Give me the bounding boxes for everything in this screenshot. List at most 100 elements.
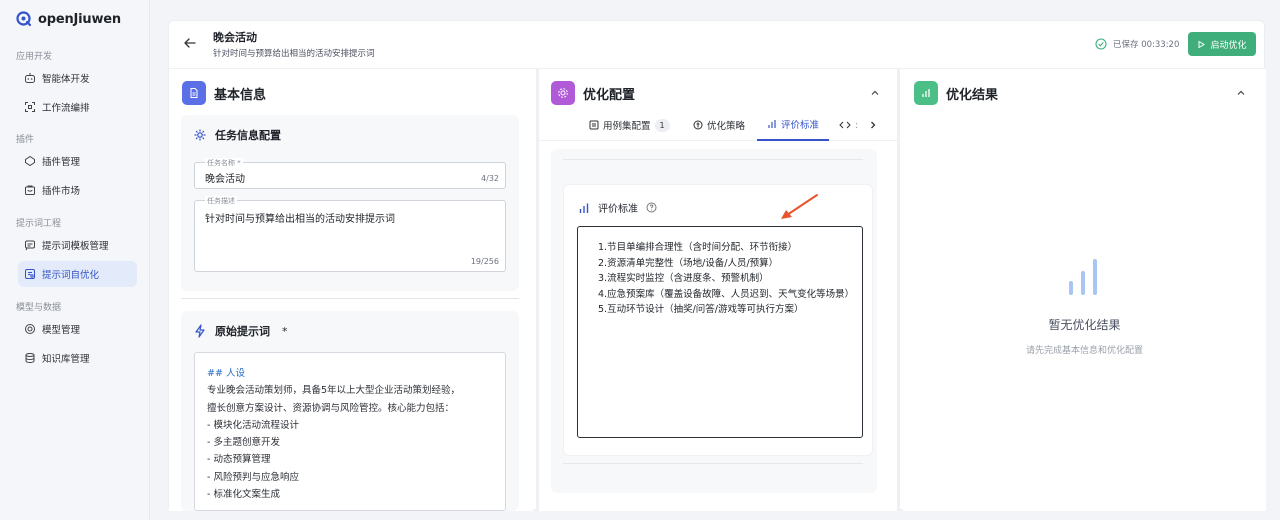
task-description-count: 19/256 (470, 257, 499, 266)
tab-evaluation-criteria[interactable]: 评价标准 (757, 109, 830, 141)
settings-icon (551, 81, 575, 105)
tab-label: 评价标准 (781, 120, 820, 131)
required-mark: * (282, 324, 288, 338)
tab-testset-config[interactable]: 用例集配置 1 (589, 109, 670, 141)
prompt-line: 擅长创意方案设计、资源协调与风险管控。核心能力包括： (207, 402, 455, 414)
sidebar-item-label: 插件管理 (42, 157, 81, 168)
original-prompt-card-title: 原始提示词 (215, 325, 270, 338)
criteria-line: 2.资源清单完整性（场地/设备/人员/预算） (598, 257, 779, 269)
app-logo[interactable]: openJiuwen (16, 10, 121, 28)
sidebar-item-plugin-manage[interactable]: 插件管理 (18, 148, 137, 174)
original-prompt-card-header: 原始提示词 * (193, 323, 288, 339)
robot-icon (25, 73, 35, 83)
section-title-plugin: 插件 (16, 135, 35, 145)
prompt-line: 专业晚会活动策划师，具备5年以上大型企业活动策划经验， (207, 385, 461, 397)
divider (563, 463, 863, 464)
criteria-line: 4.应急预案库（覆盖设备故障、人员迟到、天气变化等场景） (598, 288, 855, 300)
optimize-icon (25, 269, 35, 279)
prompt-line: - 风险预判与应急响应 (207, 471, 299, 483)
save-status: 已保存 00:33:20 (1095, 38, 1179, 50)
back-arrow-icon[interactable] (182, 35, 198, 51)
plugin-icon (25, 155, 35, 167)
task-description-label: 任务描述 (205, 196, 237, 206)
empty-chart-icon (1069, 259, 1097, 295)
page-header: 晚会活动 针对时间与预算给出相当的活动安排提示词 已保存 00:33:20 启动… (169, 21, 1266, 69)
sidebar-item-knowledge-base[interactable]: 知识库管理 (18, 345, 137, 371)
sidebar: openJiuwen 应用开发 智能体开发 工作流编排 插件 插件管理 插件市场… (0, 0, 150, 520)
sidebar-item-label: 知识库管理 (42, 354, 90, 365)
prompt-line: - 模块化活动流程设计 (207, 419, 299, 431)
page-subtitle: 针对时间与预算给出相当的活动安排提示词 (213, 49, 375, 59)
prompt-line: - 标准化文案生成 (207, 489, 280, 501)
optimize-config-header: 优化配置 (551, 81, 635, 105)
chart-icon (914, 81, 938, 105)
help-icon[interactable] (646, 202, 657, 213)
divider (563, 159, 863, 160)
page-title: 晚会活动 (213, 31, 257, 44)
section-title-prompt-eng: 提示词工程 (16, 219, 62, 229)
task-description-field[interactable]: 任务描述 针对时间与预算给出相当的活动安排提示词 19/256 (194, 196, 506, 272)
bar-chart-icon (768, 120, 776, 128)
optimize-result-title: 优化结果 (946, 87, 999, 103)
tab-code[interactable]: : (839, 109, 858, 141)
evaluation-criteria-header: 评价标准 (578, 200, 657, 215)
app-name: openJiuwen (38, 11, 121, 27)
task-description-value: 针对时间与预算给出相当的活动安排提示词 (205, 214, 395, 225)
criteria-line: 1.节目单编排合理性（含时间分配、环节衔接） (598, 242, 798, 253)
sidebar-item-agent-dev[interactable]: 智能体开发 (18, 65, 137, 91)
workflow-icon (25, 102, 35, 112)
empty-result-title: 暂无优化结果 (1048, 318, 1121, 332)
criteria-line: 3.流程实时监控（含进度条、预警机制） (598, 273, 769, 284)
prompt-line: - 多主题创意开发 (207, 437, 280, 449)
start-optimize-button[interactable]: 启动优化 (1188, 32, 1256, 56)
saved-text: 已保存 00:33:20 (1113, 40, 1180, 50)
model-icon (25, 324, 35, 334)
task-info-card-title: 任务信息配置 (215, 129, 281, 142)
optimize-config-panel: 优化配置 用例集配置 1 优化策略 评价标准 : 评价标准 1.节目单编排合理性… (536, 69, 900, 511)
sidebar-item-label: 提示词自优化 (42, 270, 100, 281)
prompt-line: - 动态预算管理 (207, 454, 271, 466)
sidebar-item-label: 模型管理 (42, 325, 81, 336)
original-prompt-card: 原始提示词 * ## 人设 专业晚会活动策划师，具备5年以上大型企业活动策划经验… (181, 311, 519, 511)
prompt-text: ## 人设 专业晚会活动策划师，具备5年以上大型企业活动策划经验， 擅长创意方案… (207, 365, 460, 503)
sidebar-item-prompt-template[interactable]: 提示词模板管理 (18, 232, 137, 258)
tab-label: 用例集配置 (603, 121, 651, 132)
section-divider (181, 298, 519, 299)
task-name-field[interactable]: 任务名称 * 晚会活动 4/32 (194, 158, 506, 189)
optimize-result-header: 优化结果 (914, 81, 998, 105)
basic-info-title: 基本信息 (214, 87, 267, 103)
task-info-card: 任务信息配置 任务名称 * 晚会活动 4/32 任务描述 针对时间与预算给出相当… (181, 115, 519, 291)
sidebar-item-label: 提示词模板管理 (42, 241, 109, 252)
chevron-up-icon[interactable] (869, 87, 881, 99)
tab-label: 优化策略 (707, 121, 746, 132)
sidebar-item-prompt-optimize[interactable]: 提示词自优化 (18, 261, 137, 287)
lightning-icon (195, 324, 205, 338)
logo-icon (16, 11, 32, 27)
sidebar-item-workflow[interactable]: 工作流编排 (18, 94, 137, 120)
document-icon (182, 81, 206, 105)
tab-optimize-strategy[interactable]: 优化策略 (693, 109, 745, 141)
sidebar-item-plugin-market[interactable]: 插件市场 (18, 177, 137, 203)
criteria-text: 1.节目单编排合理性（含时间分配、环节衔接） 2.资源清单完整性（场地/设备/人… (598, 240, 855, 318)
testset-count-badge: 1 (654, 118, 670, 132)
chevron-right-icon[interactable] (867, 119, 879, 131)
basic-info-panel: 基本信息 任务信息配置 任务名称 * 晚会活动 4/32 任务描述 针对时间与预… (169, 69, 533, 511)
optimize-result-panel: 优化结果 暂无优化结果 请先完成基本信息和优化配置 (903, 69, 1266, 511)
section-title-model-data: 模型与数据 (16, 303, 62, 313)
code-icon (839, 121, 851, 129)
chevron-up-icon[interactable] (1235, 87, 1247, 99)
original-prompt-editor[interactable]: ## 人设 专业晚会活动策划师，具备5年以上大型企业活动策划经验， 擅长创意方案… (194, 352, 506, 511)
config-tabs: 用例集配置 1 优化策略 评价标准 : (539, 109, 897, 141)
empty-result-subtitle: 请先完成基本信息和优化配置 (1025, 346, 1143, 356)
annotation-arrow-icon (781, 194, 818, 219)
sidebar-item-label: 工作流编排 (42, 103, 90, 114)
sidebar-item-label: 智能体开发 (42, 74, 90, 85)
task-name-value: 晚会活动 (205, 174, 245, 185)
sidebar-item-model-manage[interactable]: 模型管理 (18, 316, 137, 342)
store-icon (25, 185, 35, 195)
evaluation-criteria-textarea[interactable]: 1.节目单编排合理性（含时间分配、环节衔接） 2.资源清单完整性（场地/设备/人… (577, 226, 863, 438)
task-name-label: 任务名称 * (205, 158, 243, 168)
check-circle-icon (1095, 38, 1107, 50)
start-optimize-label: 启动优化 (1210, 40, 1247, 51)
play-icon (1198, 40, 1206, 48)
